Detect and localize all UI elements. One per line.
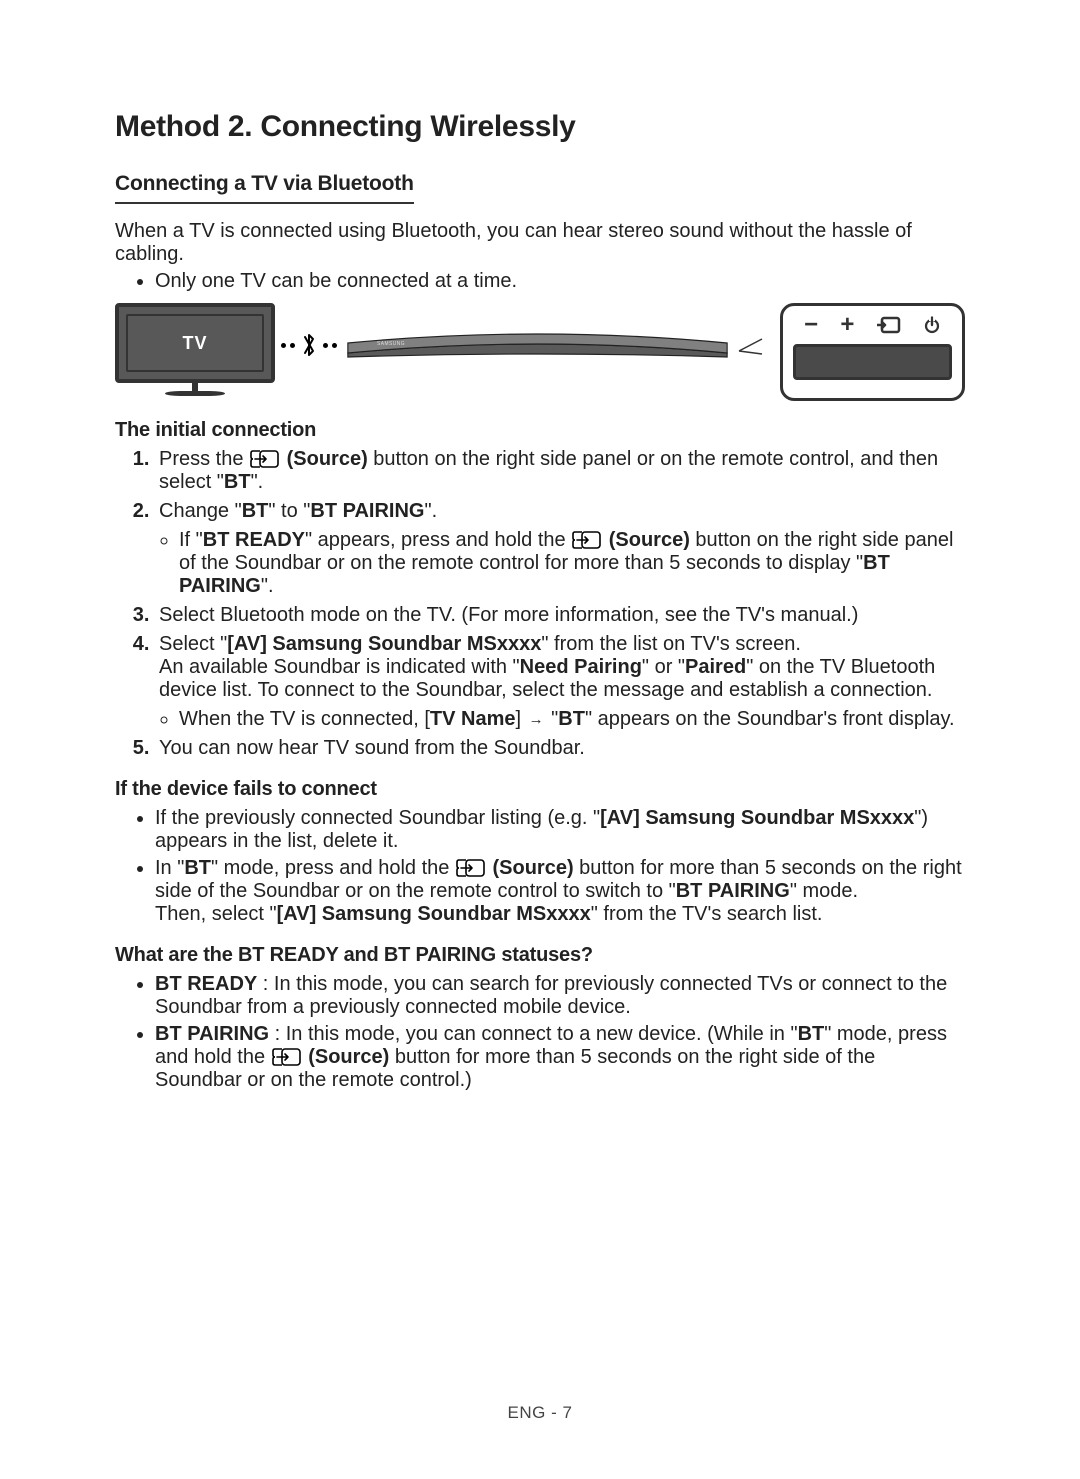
intro-bullet: Only one TV can be connected at a time. — [155, 270, 965, 293]
panel-display — [793, 344, 952, 380]
bluetooth-icon — [299, 331, 319, 359]
step-4: Select "[AV] Samsung Soundbar MSxxxx" fr… — [155, 633, 965, 731]
step-1: Press the (Source) button on the right s… — [155, 448, 965, 494]
step-2: Change "BT" to "BT PAIRING". If "BT READ… — [155, 500, 965, 598]
source-icon — [456, 859, 486, 877]
arrow-icon: → — [529, 711, 544, 728]
status-bullet-pairing: BT PAIRING : In this mode, you can conne… — [155, 1023, 965, 1092]
heading-statuses: What are the BT READY and BT PAIRING sta… — [115, 944, 965, 967]
panel-power-icon — [923, 316, 941, 334]
bluetooth-signal — [281, 331, 337, 359]
diagram-leader-line — [738, 337, 774, 355]
status-bullet-ready: BT READY : In this mode, you can search … — [155, 973, 965, 1019]
diagram-tv: TV — [115, 303, 275, 396]
svg-text:SAMSUNG: SAMSUNG — [377, 341, 405, 347]
diagram-soundbar: SAMSUNG — [343, 331, 732, 361]
step-3: Select Bluetooth mode on the TV. (For mo… — [155, 604, 965, 627]
heading-initial-connection: The initial connection — [115, 419, 965, 442]
step-4-sub: When the TV is connected, [TV Name] → "B… — [179, 708, 965, 731]
panel-source-icon — [877, 314, 901, 336]
panel-vol-up-icon: + — [840, 311, 854, 339]
source-icon — [250, 450, 280, 468]
heading-connecting-bt: Connecting a TV via Bluetooth — [115, 172, 414, 204]
fail-bullet-1: If the previously connected Soundbar lis… — [155, 807, 965, 853]
intro-text: When a TV is connected using Bluetooth, … — [115, 220, 965, 266]
fail-bullet-2: In "BT" mode, press and hold the (Source… — [155, 857, 965, 926]
diagram: TV SAMSUNG − — [115, 303, 965, 401]
step-5: You can now hear TV sound from the Sound… — [155, 737, 965, 760]
page-footer: ENG - 7 — [0, 1403, 1080, 1423]
heading-fails-connect: If the device fails to connect — [115, 778, 965, 801]
source-icon — [572, 531, 602, 549]
tv-label: TV — [182, 333, 207, 354]
step-2-sub: If "BT READY" appears, press and hold th… — [179, 529, 965, 598]
heading-method: Method 2. Connecting Wirelessly — [115, 110, 965, 144]
panel-vol-down-icon: − — [804, 311, 818, 339]
source-icon — [272, 1048, 302, 1066]
diagram-control-panel: − + — [780, 303, 965, 401]
